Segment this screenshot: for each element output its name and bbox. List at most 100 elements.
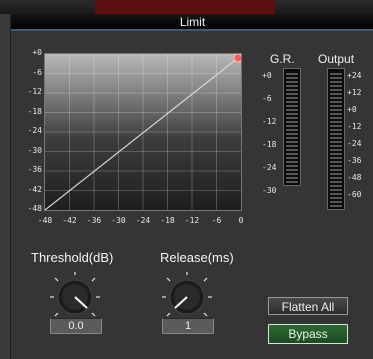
- meter-scale-label: -12: [347, 122, 362, 131]
- meter-segment: [330, 89, 342, 91]
- meter-segment: [330, 157, 342, 159]
- top-strip-accent: [95, 0, 275, 14]
- threshold-handle[interactable]: [233, 54, 241, 63]
- release-value-field[interactable]: 1: [162, 318, 214, 334]
- release-knob[interactable]: [162, 272, 212, 322]
- meter-segment: [286, 161, 298, 163]
- meter-segment: [330, 169, 342, 171]
- meter-segment: [286, 137, 298, 139]
- meter-scale-label: +24: [347, 71, 362, 80]
- meter-segment: [330, 133, 342, 135]
- meter-segment: [286, 165, 298, 167]
- transfer-curve-svg: [45, 54, 241, 210]
- meter-segment: [286, 77, 298, 79]
- meter-segment: [330, 101, 342, 103]
- meter-segment: [330, 137, 342, 139]
- meter-segment: [286, 113, 298, 115]
- meter-segment: [286, 133, 298, 135]
- x-tick-label: -12: [184, 216, 200, 225]
- transfer-curve-line: [45, 57, 239, 210]
- x-tick-label: -6: [211, 216, 222, 225]
- meter-segment: [330, 189, 342, 191]
- output-meter: [327, 68, 345, 210]
- y-tick-label: -24: [27, 126, 42, 135]
- meter-segment: [330, 205, 342, 207]
- meter-segment: [330, 173, 342, 175]
- meter-segment: [330, 145, 342, 147]
- meter-segment: [286, 169, 298, 171]
- meter-scale-label: -30: [262, 186, 277, 195]
- meter-scale-label: -12: [262, 117, 277, 126]
- x-tick-label: -24: [135, 216, 151, 225]
- meter-segment: [286, 117, 298, 119]
- meter-segment: [330, 117, 342, 119]
- top-strip: [0, 0, 373, 14]
- flatten-all-button[interactable]: Flatten All: [268, 297, 348, 315]
- meter-scale-label: -24: [347, 139, 362, 148]
- meter-segment: [286, 85, 298, 87]
- meter-scale-label: -36: [347, 156, 362, 165]
- threshold-value-field[interactable]: 0.0: [50, 318, 102, 334]
- meter-segment: [330, 109, 342, 111]
- meter-segment: [286, 101, 298, 103]
- meter-segment: [286, 121, 298, 123]
- meter-segment: [286, 145, 298, 147]
- meter-segment: [330, 121, 342, 123]
- meter-segment: [286, 141, 298, 143]
- panel-title-bar: Limit: [11, 14, 373, 31]
- meter-segment: [330, 105, 342, 107]
- x-tick-label: -30: [111, 216, 126, 225]
- gr-meter: [283, 68, 301, 186]
- y-tick-label: -30: [27, 145, 42, 155]
- meter-segment: [330, 129, 342, 131]
- threshold-label: Threshold(dB): [31, 250, 114, 265]
- x-tick-label: -36: [86, 216, 102, 225]
- meter-segment: [330, 81, 342, 83]
- meter-segment: [286, 173, 298, 175]
- meter-segment: [286, 93, 298, 95]
- x-tick-label: -48: [37, 216, 53, 225]
- transfer-curve-graph[interactable]: [44, 53, 242, 211]
- x-tick-label: -42: [62, 216, 77, 225]
- meter-segment: [286, 73, 298, 75]
- meter-segment: [286, 89, 298, 91]
- meter-scale-label: +0: [347, 105, 357, 114]
- meter-scale-label: -18: [262, 140, 277, 149]
- threshold-knob[interactable]: [50, 272, 100, 322]
- y-tick-label: -12: [27, 87, 42, 96]
- x-tick-label: -18: [160, 216, 175, 225]
- y-tick-label: -48: [27, 204, 42, 213]
- meter-segment: [330, 165, 342, 167]
- meter-segment: [286, 105, 298, 107]
- meter-segment: [330, 85, 342, 87]
- meter-scale-label: -60: [347, 190, 362, 199]
- meter-segment: [330, 149, 342, 151]
- meter-segment: [330, 161, 342, 163]
- meter-segment: [330, 97, 342, 99]
- meter-segment: [330, 113, 342, 115]
- y-tick-label: -36: [27, 165, 42, 174]
- meter-segment: [286, 153, 298, 155]
- meter-segment: [286, 149, 298, 151]
- meter-segment: [286, 125, 298, 127]
- bypass-button[interactable]: Bypass: [268, 324, 348, 344]
- y-tick-label: -6: [32, 67, 42, 77]
- meter-segment: [330, 201, 342, 203]
- x-tick-label: 0: [238, 216, 244, 225]
- meter-segment: [330, 77, 342, 79]
- meter-scale-label: +0: [262, 71, 272, 80]
- meter-segment: [330, 73, 342, 75]
- meter-segment: [330, 193, 342, 195]
- meter-scale-label: -24: [262, 163, 277, 172]
- meter-segment: [330, 93, 342, 95]
- y-tick-label: +0: [32, 48, 42, 57]
- meter-segment: [286, 157, 298, 159]
- meter-segment: [330, 177, 342, 179]
- meter-segment: [330, 125, 342, 127]
- meter-segment: [330, 141, 342, 143]
- meter-scale-label: -6: [262, 94, 272, 103]
- y-tick-label: -18: [27, 106, 42, 116]
- meter-scale-label: +12: [347, 88, 362, 97]
- output-meter-label: Output: [318, 52, 355, 66]
- meter-segment: [286, 97, 298, 99]
